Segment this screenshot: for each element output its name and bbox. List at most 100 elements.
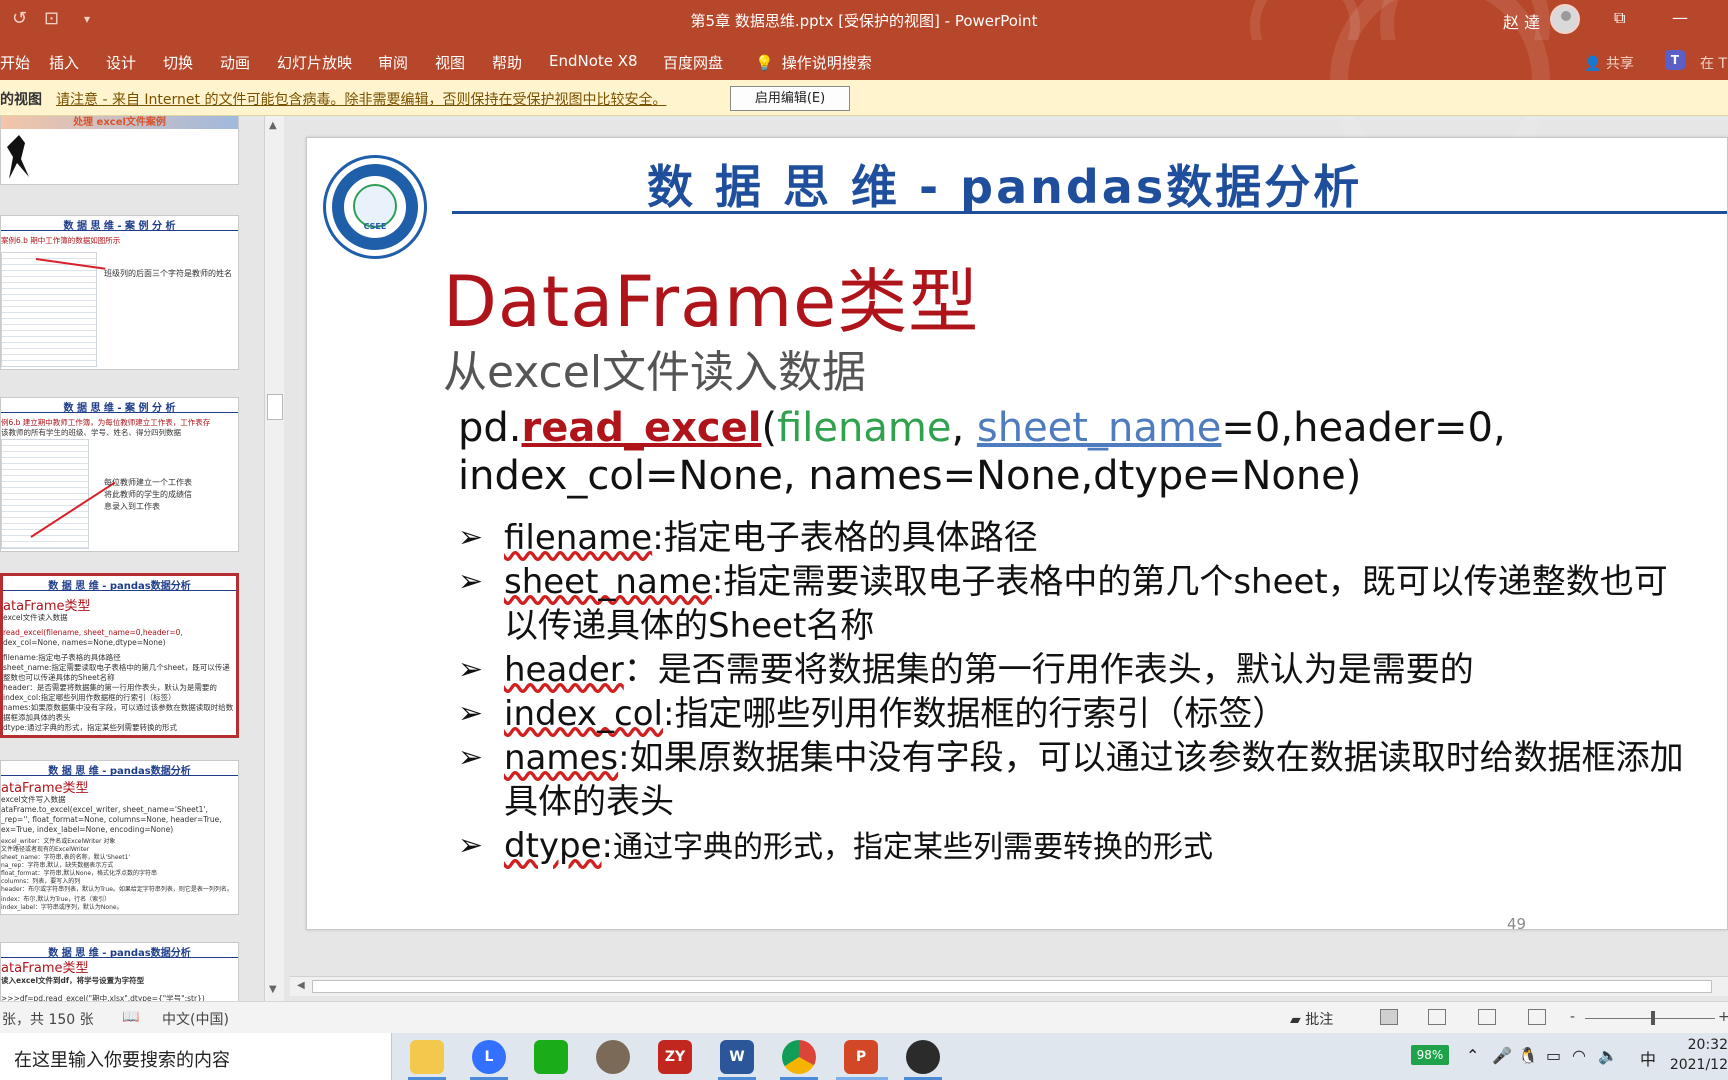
thumb-text: >>>df=pd.read_excel("期中.xlsx",dtype={"学号… [1, 994, 205, 1001]
ime-indicator[interactable]: 中 [1640, 1046, 1656, 1070]
zoom-in-button[interactable]: + [1718, 1009, 1728, 1025]
thumb-title: 处理 excel文件案例 [73, 117, 166, 128]
taskbar-search-box[interactable]: 在这里输入你要搜索的内容 [0, 1033, 392, 1080]
thumb-text: read_excel(filename, sheet_name=0,header… [3, 628, 183, 637]
wechat-icon[interactable] [534, 1040, 568, 1074]
powerpoint-icon[interactable]: P [844, 1040, 878, 1074]
tell-me-search[interactable]: 💡 操作说明搜索 [755, 52, 872, 73]
notes-label: 批注 [1305, 1012, 1334, 1028]
system-clock[interactable]: 20:32 2021/12 [1668, 1035, 1728, 1075]
thumb-text: 读入excel文件到df，将学号设置为字符型 [1, 976, 145, 985]
chevron-up-icon[interactable]: ⌃ [1466, 1046, 1479, 1065]
thumb-note: 班级列的后面三个字符是教师的姓名 [104, 269, 232, 278]
thumb-note: 息录入到工作表 [104, 502, 160, 511]
tab-review[interactable]: 审阅 [378, 52, 408, 73]
slide-subtitle: 从excel文件读入数据 [443, 347, 867, 398]
reading-view-icon[interactable] [1478, 1009, 1496, 1025]
bullet-dtype: ➢ dtype:通过字典的形式，指定某些列需要转换的形式 [458, 824, 1688, 870]
zoom-out-button[interactable]: - [1570, 1009, 1575, 1025]
teams-icon[interactable]: T [1665, 50, 1685, 70]
notes-button[interactable]: ▰ 批注 [1290, 1009, 1333, 1029]
spelling-check-icon[interactable]: 📖 [122, 1009, 139, 1025]
file-explorer-icon[interactable] [410, 1040, 444, 1074]
param-sep: : [662, 694, 675, 734]
powerpoint-window: ↺ ⊡ ▾ 第5章 数据思维.pptx [受保护的视图] - PowerPoin… [0, 0, 1728, 1080]
thumbnail-scrollbar[interactable]: ▲ ▼ [264, 116, 284, 1001]
scroll-up-icon[interactable]: ▲ [269, 120, 277, 131]
tab-animations[interactable]: 动画 [220, 52, 250, 73]
ribbon-display-options-icon[interactable]: ⧉ [1614, 8, 1625, 28]
volume-icon[interactable]: 🔈 [1598, 1046, 1618, 1065]
tab-baidu-netdisk[interactable]: 百度网盘 [663, 52, 723, 73]
param-desc: 指定哪些列用作数据框的行索引（标签） [674, 694, 1287, 734]
minimize-button[interactable]: — [1672, 8, 1688, 27]
lark-icon[interactable]: L [472, 1040, 506, 1074]
param-sep: : [652, 518, 664, 558]
code-separator: , [951, 405, 977, 451]
tab-slideshow[interactable]: 幻灯片放映 [277, 52, 352, 73]
normal-view-icon[interactable] [1380, 1009, 1398, 1025]
param-desc: 通过字典的形式，指定某些列需要转换的形式 [613, 830, 1214, 865]
share-button[interactable]: 👤 共享 [1584, 53, 1634, 73]
tab-help[interactable]: 帮助 [492, 52, 522, 73]
code-arg-filename: filename [777, 405, 952, 451]
slide-counter: 张，共 150 张 [2, 1012, 94, 1028]
zoom-slider[interactable] [1585, 1018, 1715, 1019]
tab-design[interactable]: 设计 [106, 52, 136, 73]
thumb-text: index_label：字符串或序列，默认为None。 [1, 904, 123, 911]
slide-thumbnail[interactable]: 处理 excel文件案例 [0, 116, 239, 185]
qq-icon[interactable]: 🐧 [1518, 1046, 1538, 1065]
tab-endnote[interactable]: EndNote X8 [549, 52, 638, 70]
thumb-rule [1, 230, 238, 231]
slide-thumbnail[interactable]: 数 据 思 维 - pandas数据分析 ataFrame类型 读入excel文… [0, 942, 239, 1001]
enable-editing-button[interactable]: 启用编辑(E) [730, 86, 850, 111]
slide-thumbnail-selected[interactable]: 数 据 思 维 - pandas数据分析 ataFrame类型 excel文件读… [0, 573, 239, 738]
battery-icon[interactable]: ▭ [1546, 1046, 1561, 1065]
slide-horizontal-scrollbar[interactable]: ◀ [290, 976, 1728, 996]
slide-title: DataFrame类型 [443, 261, 980, 343]
param-desc: 指定电子表格的具体路径 [663, 518, 1038, 558]
bullet-names: ➢ names:如果原数据集中没有字段，可以通过该参数在数据读取时给数据框添加具体… [458, 736, 1688, 824]
clock-date: 2021/12 [1669, 1057, 1728, 1073]
slide-sorter-icon[interactable] [1428, 1009, 1446, 1025]
scroll-thumb[interactable] [312, 980, 1712, 993]
tab-insert[interactable]: 插入 [49, 52, 79, 73]
zy-app-icon[interactable]: ZY [658, 1040, 692, 1074]
thumb-table [1, 252, 97, 367]
tab-view[interactable]: 视图 [435, 52, 465, 73]
thumb-note: 将此教师的学生的成绩信 [104, 490, 192, 499]
battery-indicator[interactable]: 98% [1411, 1045, 1449, 1065]
thumb-subtitle: ataFrame类型 [1, 961, 89, 976]
wifi-icon[interactable]: ◠ [1572, 1046, 1586, 1065]
code-prefix: pd. [458, 405, 522, 451]
scroll-left-icon[interactable]: ◀ [297, 980, 305, 991]
microphone-icon[interactable]: 🎤 [1492, 1046, 1512, 1065]
protected-view-label: 的视图 [0, 92, 42, 108]
chrome-icon[interactable] [782, 1040, 816, 1074]
thumb-text: dex_col=None, names=None,dtype=None) [3, 638, 166, 647]
tab-home[interactable]: 开始 [0, 52, 30, 73]
slide-canvas[interactable]: CSEE 数 据 思 维 - pandas数据分析 DataFrame类型 从e… [306, 137, 1728, 930]
slide-thumbnail[interactable]: 数 据 思 维 - 案 例 分 析 例6.b 建立期中教师工作簿，为每位教师建立… [0, 397, 239, 552]
thumb-text: header：布尔或字符串列表，默认为True。如果给定字符串列表，则它是表一列… [1, 886, 233, 893]
tell-me-label: 操作说明搜索 [781, 54, 872, 72]
teams-label[interactable]: 在 T [1700, 53, 1727, 73]
language-indicator[interactable]: 中文(中国) [162, 1009, 229, 1029]
slideshow-view-icon[interactable] [1528, 1009, 1546, 1025]
param-desc: 如果原数据集中没有字段，可以通过该参数在数据读取时给数据框添加具体的表头 [504, 738, 1684, 822]
slide-thumbnail[interactable]: 数 据 思 维 - 案 例 分 析 案例6.b 期中工作簿的数据如图所示 班级列… [0, 215, 239, 370]
word-icon[interactable]: W [720, 1040, 754, 1074]
obs-icon[interactable] [906, 1040, 940, 1074]
arrow-bullet-icon: ➢ [458, 520, 484, 555]
arrow-bullet-icon: ➢ [458, 564, 484, 599]
zoom-slider-thumb[interactable] [1651, 1011, 1655, 1025]
thumb-note: 每位教师建立一个工作表 [104, 478, 192, 487]
scroll-thumb[interactable] [267, 394, 283, 420]
scroll-down-icon[interactable]: ▼ [269, 984, 277, 995]
slide-thumbnail[interactable]: 数 据 思 维 - pandas数据分析 ataFrame类型 excel文件写… [0, 760, 239, 915]
code-paren: ( [761, 405, 778, 451]
protected-view-message[interactable]: 请注意 - 来自 Internet 的文件可能包含病毒。除非需要编辑，否则保持在… [56, 89, 666, 109]
avatar[interactable] [1550, 4, 1580, 34]
photo-app-icon[interactable] [596, 1040, 630, 1074]
tab-transitions[interactable]: 切换 [163, 52, 193, 73]
